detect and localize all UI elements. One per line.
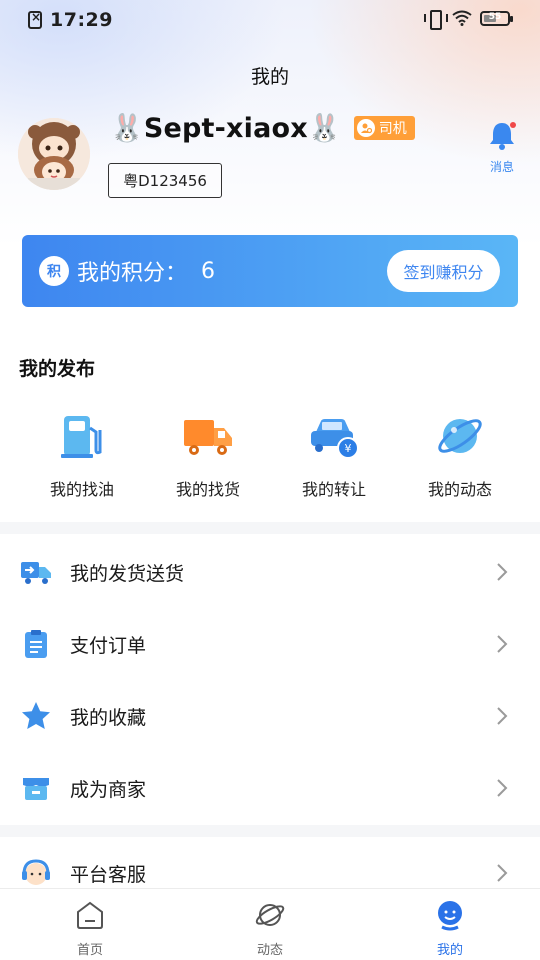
publish-label-moments: 我的动态 bbox=[427, 480, 492, 499]
menu-item-delivery[interactable]: 我的发货送货 bbox=[0, 537, 540, 607]
customer-service-icon bbox=[22, 859, 50, 885]
menu-label-customer-service: 平台客服 bbox=[70, 863, 147, 886]
truck-icon bbox=[184, 420, 232, 455]
publish-item-fuel[interactable]: 我的找油 bbox=[19, 410, 145, 500]
clipboard-icon bbox=[25, 630, 47, 658]
publish-item-transfer[interactable]: ¥ 我的转让 bbox=[271, 410, 397, 500]
points-card: 积 我的积分： 6 签到赚积分 bbox=[22, 235, 518, 307]
menu-label-become-merchant: 成为商家 bbox=[70, 778, 147, 801]
battery-text: 55 bbox=[488, 11, 502, 22]
username: 🐰Sept-xiaox🐰 bbox=[110, 113, 342, 144]
tab-home[interactable]: 首页 bbox=[0, 889, 180, 960]
divider bbox=[0, 825, 540, 837]
publish-label-transfer: 我的转让 bbox=[301, 480, 366, 499]
page-title: 我的 bbox=[250, 66, 289, 88]
bottom-tab-bar: 首页 动态 我的 bbox=[0, 888, 540, 960]
battery-icon: 55 bbox=[480, 10, 513, 26]
menu-label-payment-orders: 支付订单 bbox=[70, 634, 147, 657]
store-icon bbox=[23, 778, 49, 800]
tab-label-home: 首页 bbox=[76, 943, 103, 958]
publish-label-cargo: 我的找货 bbox=[175, 480, 240, 499]
menu-item-favorites[interactable]: 我的收藏 bbox=[0, 681, 540, 751]
bell-icon bbox=[490, 122, 516, 150]
no-sim-icon bbox=[28, 10, 42, 29]
tab-moments[interactable]: 动态 bbox=[180, 889, 360, 960]
avatar-illustration bbox=[18, 118, 90, 190]
publish-item-moments[interactable]: 我的动态 bbox=[397, 410, 523, 500]
chevron-right-icon bbox=[497, 864, 508, 882]
chevron-right-icon bbox=[497, 779, 508, 797]
menu-item-become-merchant[interactable]: 成为商家 bbox=[0, 753, 540, 823]
star-icon bbox=[22, 702, 50, 729]
vibrate-icon bbox=[424, 10, 448, 30]
publish-item-cargo[interactable]: 我的找货 bbox=[145, 410, 271, 500]
user-icon bbox=[438, 901, 462, 931]
car-transfer-icon: ¥ bbox=[311, 419, 359, 459]
role-badge: 司机 bbox=[353, 116, 415, 140]
status-bar: 17:29 55 bbox=[0, 0, 540, 40]
svg-text:¥: ¥ bbox=[345, 442, 352, 455]
home-icon bbox=[77, 901, 103, 929]
points-value: 6 bbox=[201, 258, 216, 284]
tab-label-moments: 动态 bbox=[256, 943, 283, 958]
chevron-right-icon bbox=[497, 635, 508, 653]
wifi-icon bbox=[452, 10, 472, 26]
section-title-publish: 我的发布 bbox=[19, 358, 96, 380]
divider bbox=[0, 522, 540, 534]
tab-mine[interactable]: 我的 bbox=[360, 889, 540, 960]
license-plate: 粤D123456 bbox=[108, 163, 222, 198]
message-button[interactable]: 消息 bbox=[482, 118, 522, 175]
menu-label-delivery: 我的发货送货 bbox=[70, 562, 185, 585]
menu-item-payment-orders[interactable]: 支付订单 bbox=[0, 609, 540, 679]
checkin-button[interactable]: 签到赚积分 bbox=[387, 250, 500, 292]
publish-label-fuel: 我的找油 bbox=[49, 480, 114, 499]
username-row: 🐰Sept-xiaox🐰 司机 bbox=[110, 112, 415, 144]
role-label: 司机 bbox=[378, 121, 407, 137]
tab-label-mine: 我的 bbox=[436, 943, 463, 958]
planet-icon bbox=[438, 419, 482, 453]
driver-icon bbox=[356, 119, 375, 137]
points-icon: 积 bbox=[39, 256, 69, 286]
delivery-truck-icon bbox=[21, 562, 51, 584]
status-time: 17:29 bbox=[50, 9, 113, 31]
chevron-right-icon bbox=[497, 563, 508, 581]
planet-icon bbox=[255, 904, 285, 926]
publish-grid: 我的找油 我的找货 ¥ 我的转让 我的动态 bbox=[0, 410, 540, 500]
avatar[interactable] bbox=[18, 118, 90, 190]
points-label: 我的积分： bbox=[77, 261, 188, 286]
fuel-pump-icon bbox=[61, 416, 102, 458]
chevron-right-icon bbox=[497, 707, 508, 725]
message-label: 消息 bbox=[489, 160, 514, 174]
menu-label-favorites: 我的收藏 bbox=[70, 706, 147, 729]
